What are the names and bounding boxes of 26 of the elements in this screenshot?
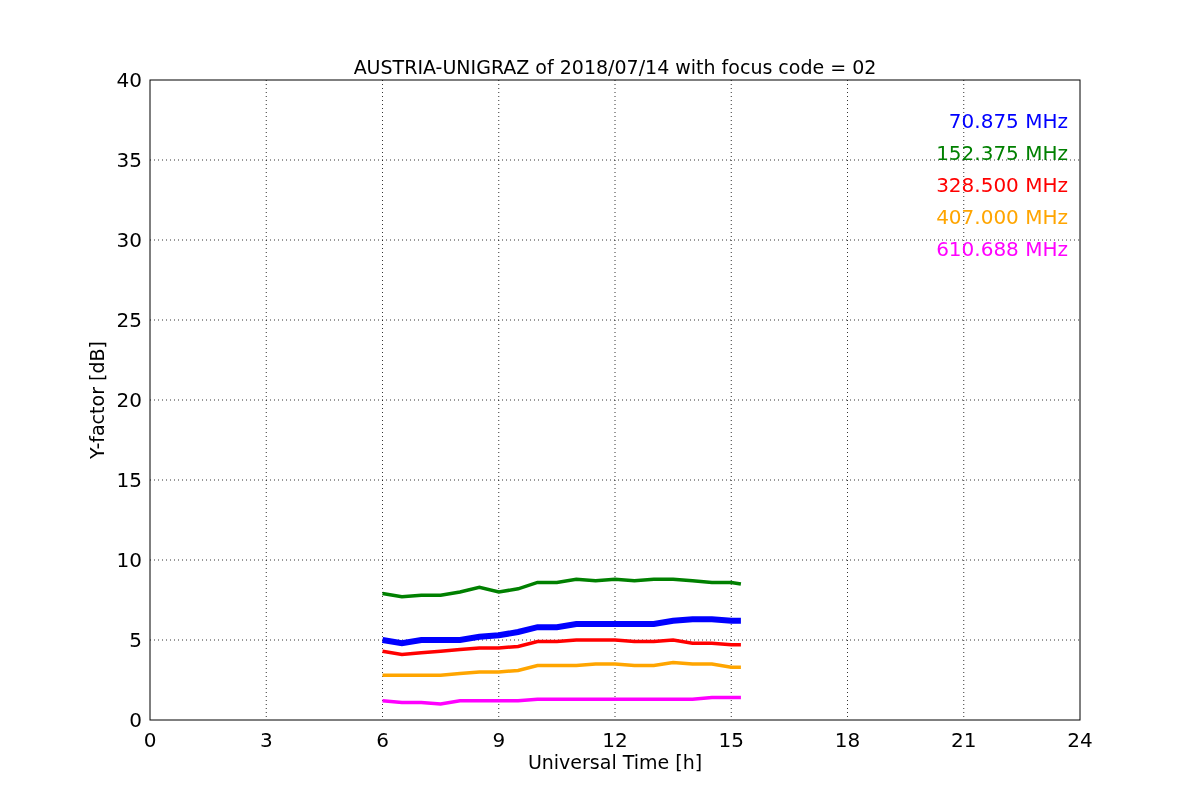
x-tick-label: 15 (718, 728, 744, 752)
x-tick-label: 24 (1067, 728, 1093, 752)
series-label: 328.500 MHz (936, 173, 1068, 197)
x-tick-label: 18 (834, 728, 861, 752)
y-tick-label: 25 (116, 308, 142, 332)
x-axis-label: Universal Time [h] (527, 751, 703, 773)
x-tick-label: 9 (492, 728, 506, 752)
y-tick-label: 40 (116, 68, 142, 92)
x-tick-label: 0 (143, 728, 157, 752)
y-tick-label: 5 (129, 628, 142, 652)
series-label: 610.688 MHz (936, 237, 1068, 261)
series-label: 407.000 MHz (936, 205, 1068, 229)
y-axis-label: Y-factor [dB] (86, 341, 108, 459)
y-tick-label: 35 (116, 148, 142, 172)
x-tick-label: 3 (259, 728, 273, 752)
chart-title: AUSTRIA-UNIGRAZ of 2018/07/14 with focus code = 02 (353, 56, 877, 78)
x-tick-label: 12 (602, 728, 628, 752)
y-tick-label: 30 (116, 228, 142, 252)
x-tick-label: 6 (376, 728, 389, 752)
series-label: 152.375 MHz (936, 141, 1068, 165)
x-tick-label: 21 (951, 728, 977, 752)
y-tick-label: 0 (129, 708, 142, 732)
y-tick-label: 10 (116, 548, 142, 572)
series-label: 70.875 MHz (948, 109, 1068, 133)
y-tick-label: 20 (116, 388, 142, 412)
y-tick-label: 15 (116, 468, 142, 492)
